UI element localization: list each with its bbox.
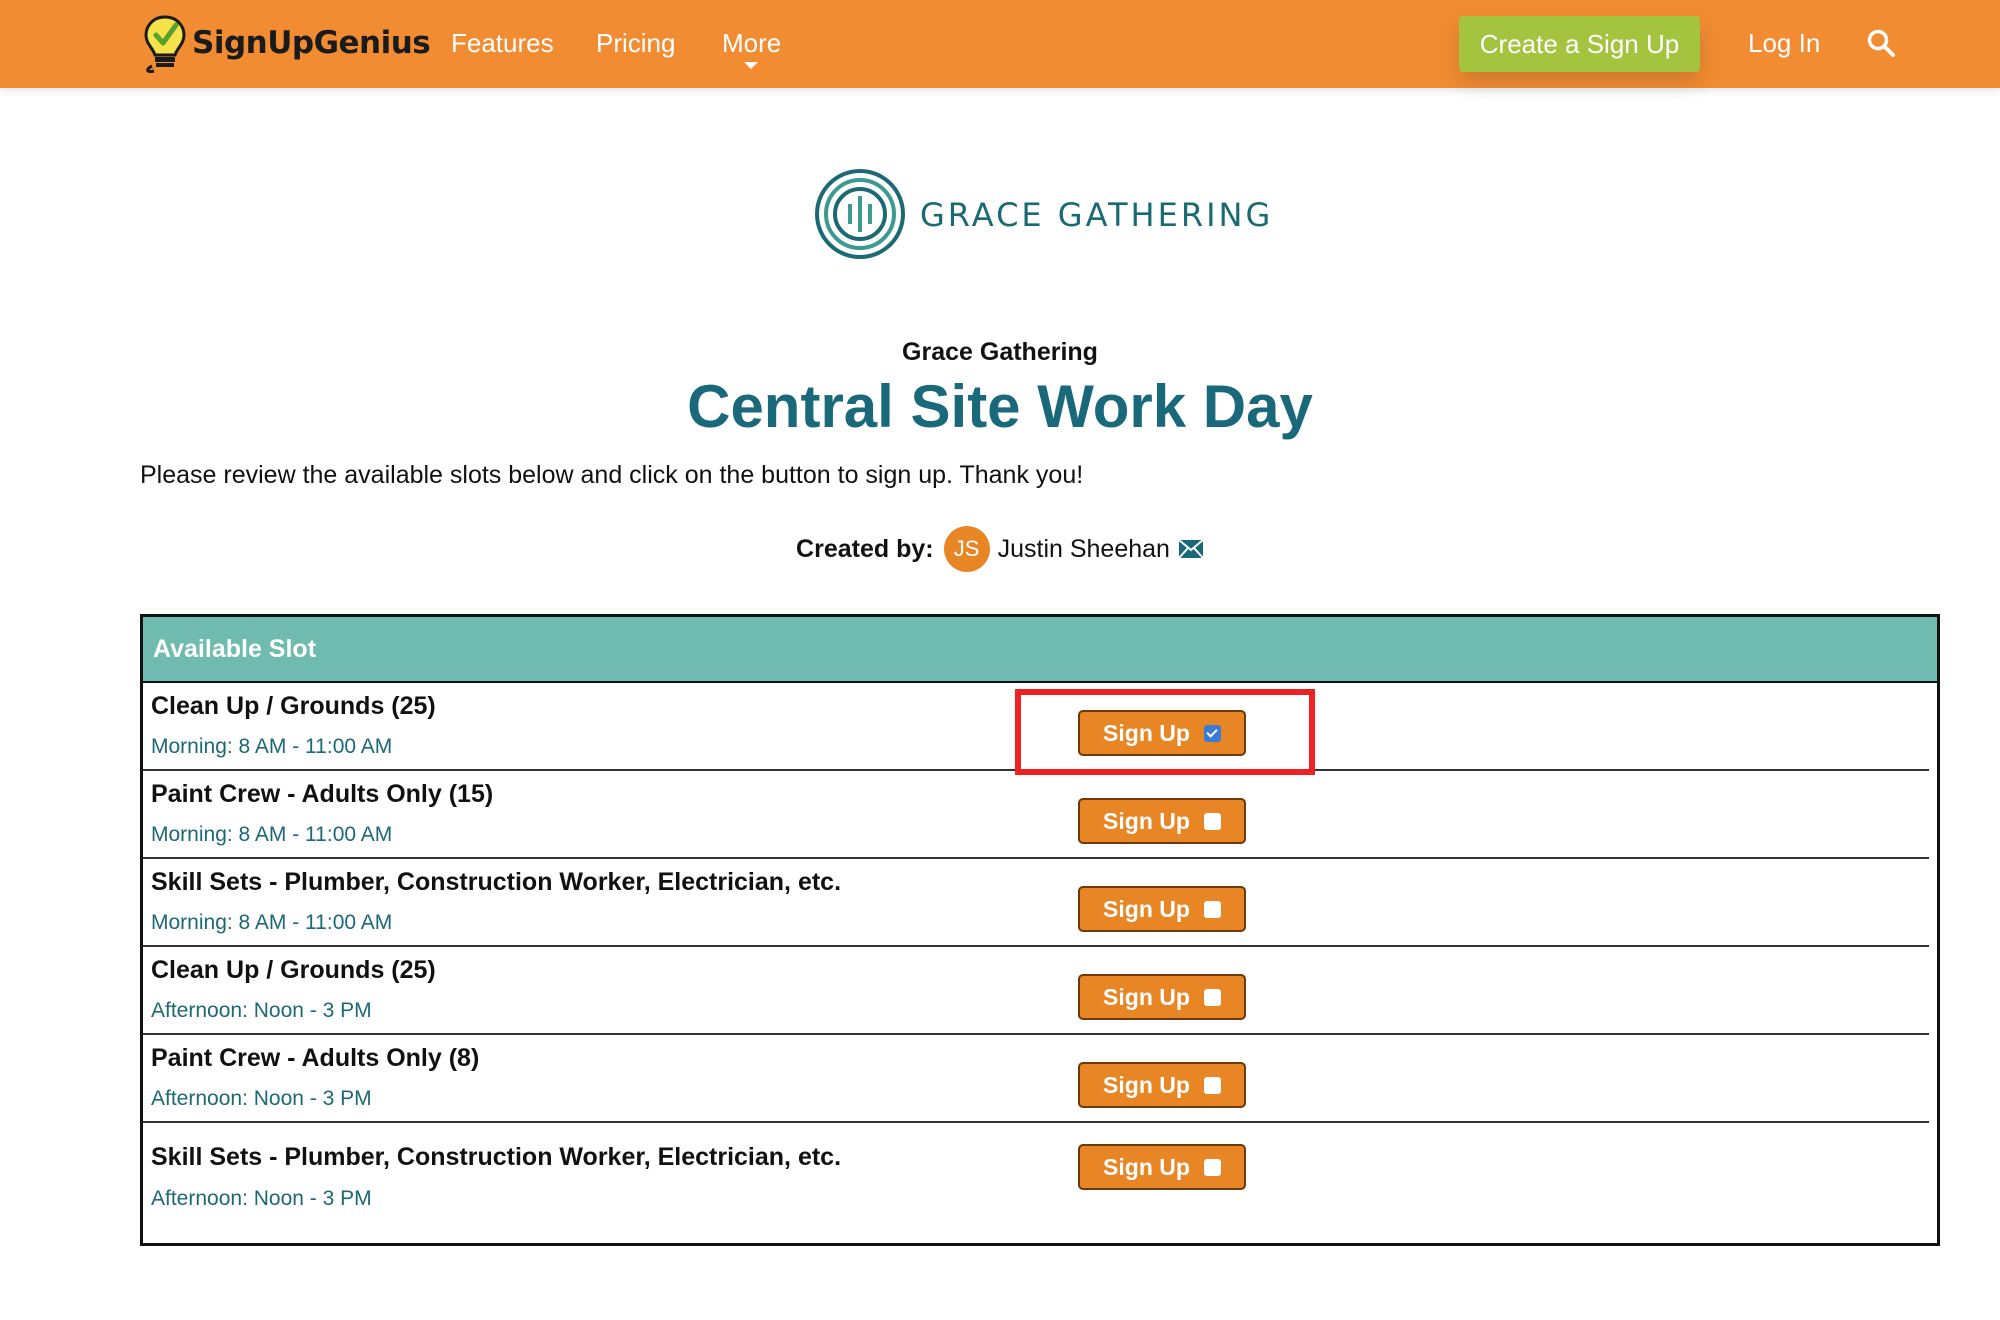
sign-up-button[interactable]: Sign Up (1078, 974, 1246, 1020)
table-row: Skill Sets - Plumber, Construction Worke… (143, 859, 1929, 947)
lightbulb-icon (144, 15, 186, 73)
slot-time: Morning: 8 AM - 11:00 AM (151, 911, 393, 934)
slots-table: Available Slot Clean Up / Grounds (25) M… (140, 614, 1940, 1246)
brand-name: SignUpGenius (192, 25, 431, 61)
sign-up-label: Sign Up (1103, 1071, 1190, 1098)
slot-title: Paint Crew - Adults Only (15) (151, 780, 494, 808)
sign-up-button[interactable]: Sign Up (1078, 710, 1246, 756)
creator-name: Justin Sheehan (997, 534, 1170, 563)
signupgenius-logo[interactable]: SignUpGenius (142, 10, 431, 76)
nav-more[interactable]: More (722, 28, 781, 59)
slot-title: Skill Sets - Plumber, Construction Worke… (151, 868, 842, 896)
table-row: Paint Crew - Adults Only (8) Afternoon: … (143, 1035, 1929, 1123)
page-title: Central Site Work Day (687, 373, 1313, 440)
slot-time: Afternoon: Noon - 3 PM (151, 1187, 372, 1210)
sign-up-label: Sign Up (1103, 1153, 1190, 1180)
table-row: Clean Up / Grounds (25) Morning: 8 AM - … (143, 683, 1929, 771)
grace-gathering-logo-icon (815, 169, 905, 259)
table-row: Clean Up / Grounds (25) Afternoon: Noon … (143, 947, 1929, 1035)
created-by-label: Created by: (796, 534, 934, 563)
checkbox-icon[interactable] (1203, 900, 1221, 918)
slot-title: Clean Up / Grounds (25) (151, 692, 436, 720)
log-in-link[interactable]: Log In (1748, 28, 1820, 59)
table-row: Paint Crew - Adults Only (15) Morning: 8… (143, 771, 1929, 859)
avatar: JS (943, 526, 990, 572)
sign-up-button[interactable]: Sign Up (1078, 1144, 1246, 1190)
created-by: Created by: JS Justin Sheehan (0, 526, 2000, 572)
slot-time: Afternoon: Noon - 3 PM (151, 1087, 372, 1110)
checkbox-icon[interactable] (1203, 1158, 1221, 1176)
top-navigation-bar: SignUpGenius Features Pricing More Creat… (0, 0, 2000, 88)
checkbox-icon[interactable] (1203, 988, 1221, 1006)
nav-pricing[interactable]: Pricing (596, 28, 675, 59)
search-icon[interactable] (1866, 28, 1896, 58)
slot-time: Morning: 8 AM - 11:00 AM (151, 735, 393, 758)
checkbox-icon[interactable] (1203, 812, 1221, 830)
sign-up-label: Sign Up (1103, 719, 1190, 746)
nav-features[interactable]: Features (451, 28, 554, 59)
sign-up-button[interactable]: Sign Up (1078, 1062, 1246, 1108)
mail-icon[interactable] (1178, 539, 1204, 559)
sign-up-button[interactable]: Sign Up (1078, 886, 1246, 932)
table-header: Available Slot (143, 617, 1937, 683)
organization-name: Grace Gathering (902, 338, 1098, 366)
slot-time: Afternoon: Noon - 3 PM (151, 999, 372, 1022)
sign-up-button[interactable]: Sign Up (1078, 798, 1246, 844)
intro-text: Please review the available slots below … (140, 461, 1084, 489)
checkbox-checked-icon[interactable] (1203, 724, 1221, 742)
slot-title: Paint Crew - Adults Only (8) (151, 1044, 480, 1072)
checkbox-icon[interactable] (1203, 1076, 1221, 1094)
create-sign-up-button[interactable]: Create a Sign Up (1459, 16, 1700, 72)
slot-title: Skill Sets - Plumber, Construction Worke… (151, 1143, 842, 1171)
sign-up-label: Sign Up (1103, 983, 1190, 1010)
slot-title: Clean Up / Grounds (25) (151, 956, 436, 984)
chevron-down-icon (744, 62, 758, 69)
slot-time: Morning: 8 AM - 11:00 AM (151, 823, 393, 846)
sign-up-label: Sign Up (1103, 895, 1190, 922)
org-logo-text: GRACE GATHERING (920, 196, 1274, 234)
table-row: Skill Sets - Plumber, Construction Worke… (143, 1123, 1929, 1234)
sign-up-label: Sign Up (1103, 807, 1190, 834)
